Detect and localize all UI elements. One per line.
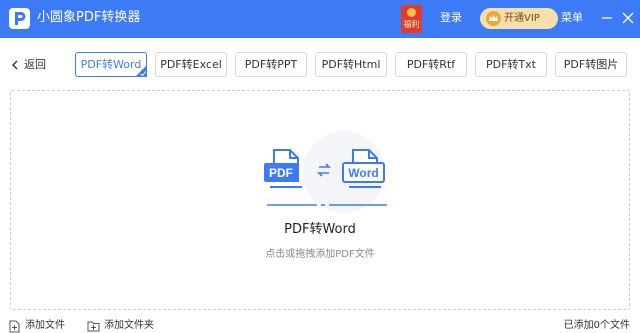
file-count-status: 已添加0个文件: [563, 320, 630, 331]
gift-label: 福利: [403, 20, 420, 29]
vip-label: 开通VIP: [504, 13, 540, 24]
login-link[interactable]: 登录: [440, 11, 462, 25]
word-badge-text: Word: [348, 166, 378, 180]
pdf-badge-text: PDF: [269, 166, 293, 180]
add-file-label: 添加文件: [25, 320, 65, 331]
gift-badge[interactable]: 福利: [401, 5, 422, 33]
pdf-document-icon: PDF: [264, 149, 302, 188]
tab-label: PDF转Word: [80, 58, 142, 71]
pdf-to-word-illustration: PDF Word: [264, 149, 387, 206]
file-drop-zone[interactable]: PDF Word PDF转Word 点击或拖拽添加PDF文件: [10, 90, 630, 310]
tab-pdf-to-excel[interactable]: PDF转Excel: [155, 52, 227, 77]
add-folder-icon: [87, 321, 100, 332]
chevron-left-icon: [12, 60, 18, 70]
drop-zone-hint: 点击或拖拽添加PDF文件: [265, 249, 375, 260]
close-button[interactable]: [618, 8, 638, 28]
close-icon: [622, 12, 634, 24]
crown-icon: [486, 11, 501, 26]
tab-pdf-to-ppt[interactable]: PDF转PPT: [235, 52, 307, 77]
app-logo-icon: [9, 8, 30, 29]
add-folder-label: 添加文件夹: [104, 320, 154, 331]
word-document-icon: Word: [342, 149, 385, 188]
selected-check-icon: [135, 65, 147, 77]
tab-label: PDF转图片: [563, 58, 619, 71]
coin-icon: [407, 8, 416, 17]
app-title: 小圆象PDF转换器: [37, 10, 141, 25]
tab-label: PDF转Excel: [160, 58, 222, 71]
minimize-icon: [602, 17, 612, 19]
tab-label: PDF转PPT: [244, 58, 298, 71]
vip-button[interactable]: 开通VIP: [480, 8, 558, 29]
minimize-button[interactable]: [597, 8, 617, 28]
tab-pdf-to-image[interactable]: PDF转图片: [555, 52, 627, 77]
tab-label: PDF转Rtf: [406, 58, 456, 71]
tab-label: PDF转Txt: [486, 58, 536, 71]
tab-pdf-to-txt[interactable]: PDF转Txt: [475, 52, 547, 77]
tab-label: PDF转Html: [321, 58, 381, 71]
tab-pdf-to-html[interactable]: PDF转Html: [315, 52, 387, 77]
swap-arrows-icon: [317, 163, 331, 177]
drop-zone-title: PDF转Word: [284, 222, 356, 237]
add-file-icon: [9, 320, 20, 333]
tab-pdf-to-rtf[interactable]: PDF转Rtf: [395, 52, 467, 77]
back-label: 返回: [24, 58, 46, 71]
menu-button[interactable]: 菜单: [561, 11, 583, 25]
title-bar: 小圆象PDF转换器 福利 登录 开通VIP 菜单: [0, 0, 640, 38]
tab-pdf-to-word[interactable]: PDF转Word: [75, 52, 147, 77]
